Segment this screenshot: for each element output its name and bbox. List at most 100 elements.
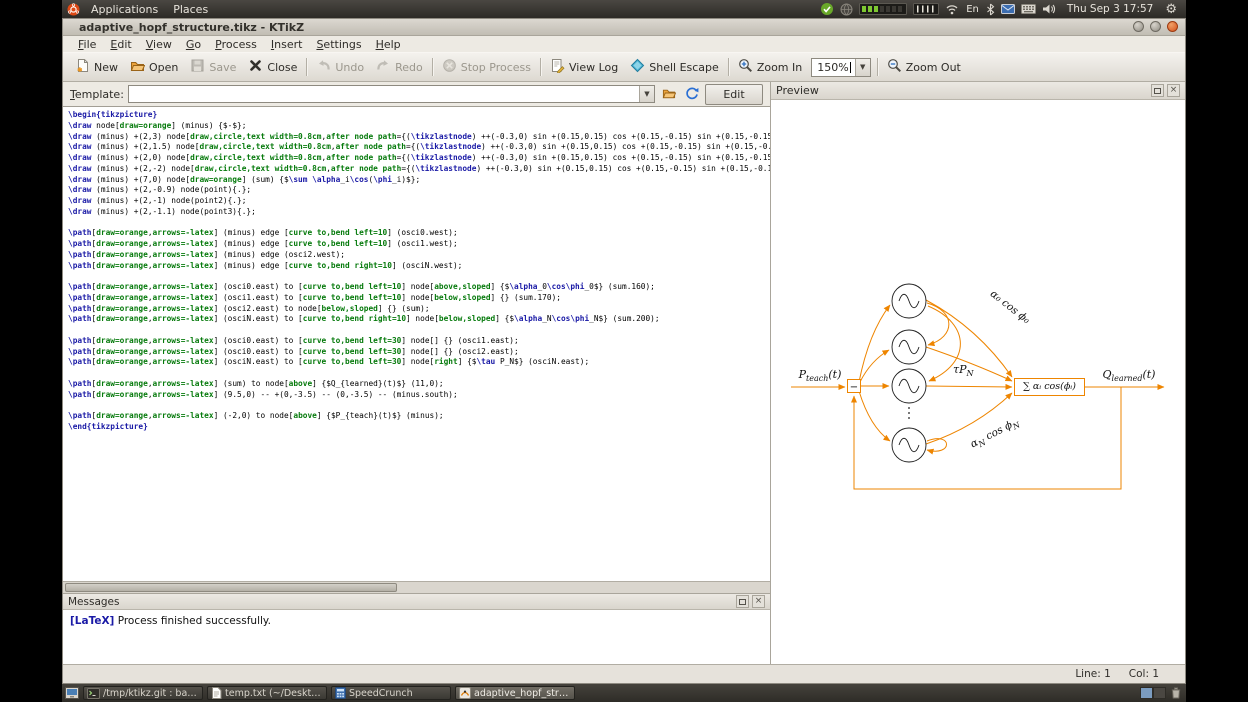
menu-help[interactable]: Help: [369, 38, 408, 51]
left-pane: Template: ▼ Edit \begin{tikzpicture}\dra…: [63, 82, 771, 664]
wifi-icon[interactable]: [945, 0, 959, 18]
minus-to-osci0-arrow: [859, 305, 890, 382]
meter-right-icon[interactable]: [913, 0, 939, 18]
taskbar-item[interactable]: adaptive_hopf_struc...: [455, 686, 575, 700]
code-line: \path[draw=orange,arrows=-latex] (osciN.…: [68, 357, 770, 368]
taskbar-item[interactable]: SpeedCrunch: [331, 686, 451, 700]
preview-detach-icon[interactable]: [1151, 84, 1164, 97]
view-log-icon: [550, 58, 565, 76]
status-line: Line: 1: [1075, 668, 1110, 680]
bluetooth-icon[interactable]: [986, 0, 995, 18]
menu-insert[interactable]: Insert: [264, 38, 310, 51]
gear-icon[interactable]: ⚙: [1165, 2, 1177, 17]
keyboard-icon[interactable]: [1021, 0, 1036, 18]
zoom-in-label: Zoom In: [757, 61, 802, 74]
code-line: \draw (minus) +(2,3) node[draw,circle,te…: [68, 132, 770, 143]
clock[interactable]: Thu Sep 3 17:57: [1067, 3, 1153, 15]
globe-icon[interactable]: [840, 0, 853, 18]
panel-menu-applications[interactable]: Applications: [84, 2, 165, 17]
template-open-button[interactable]: [659, 85, 678, 104]
code-line: \draw (minus) +(2,-0.9) node(point){.};: [68, 185, 770, 196]
terminal-icon: [87, 688, 100, 699]
preview-title: Preview: [776, 84, 1148, 97]
tau-pn-label: τPN: [953, 363, 993, 378]
zoom-combo-arrow-icon[interactable]: ▼: [855, 59, 870, 76]
menu-go[interactable]: Go: [179, 38, 208, 51]
maximize-button[interactable]: [1150, 21, 1161, 32]
redo-icon: [376, 58, 391, 76]
template-reload-button[interactable]: [682, 85, 701, 104]
close-window-button[interactable]: [1167, 21, 1178, 32]
open-label: Open: [149, 61, 178, 74]
new-button[interactable]: New: [69, 55, 124, 79]
code-editor[interactable]: \begin{tikzpicture}\draw node[draw=orang…: [63, 106, 770, 581]
shell-escape-icon: [630, 58, 645, 76]
editor-horizontal-scrollbar[interactable]: [63, 581, 770, 593]
template-row: Template: ▼ Edit: [63, 82, 770, 106]
template-combo[interactable]: ▼: [128, 85, 655, 103]
panel-menus: ApplicationsPlaces: [84, 2, 215, 17]
code-line: \begin{tikzpicture}: [68, 110, 770, 121]
meter-left-icon[interactable]: [859, 0, 907, 18]
code-line: \path[draw=orange,arrows=-latex] (osci0.…: [68, 347, 770, 358]
save-icon: [190, 58, 205, 76]
menu-edit[interactable]: Edit: [103, 38, 138, 51]
minus-to-osci1-arrow: [859, 350, 889, 384]
vertical-dots: [908, 407, 910, 419]
view-log-button[interactable]: View Log: [544, 55, 624, 79]
show-desktop-button[interactable]: [65, 687, 79, 699]
text-caret: [850, 62, 851, 73]
preview-close-icon[interactable]: ×: [1167, 84, 1180, 97]
redo-label: Redo: [395, 61, 423, 74]
menu-view[interactable]: View: [139, 38, 179, 51]
titlebar[interactable]: adaptive_hopf_structure.tikz - KTikZ: [63, 19, 1185, 36]
menu-settings[interactable]: Settings: [309, 38, 368, 51]
shell-escape-button[interactable]: Shell Escape: [624, 55, 725, 79]
messages-header: Messages ×: [63, 593, 770, 610]
ktikz-icon: [459, 687, 471, 699]
menu-process[interactable]: Process: [208, 38, 264, 51]
toolbar-separator: [306, 58, 307, 76]
close-button[interactable]: Close: [242, 55, 303, 79]
window-controls: [1133, 21, 1178, 32]
messages-detach-icon[interactable]: [736, 595, 749, 608]
zoom-out-button[interactable]: Zoom Out: [881, 55, 967, 79]
code-line: \draw (minus) +(2,-2) node[draw,circle,t…: [68, 164, 770, 175]
toolbar: NewOpenSaveCloseUndoRedoStop ProcessView…: [63, 52, 1185, 82]
messages-close-icon[interactable]: ×: [752, 595, 765, 608]
open-button[interactable]: Open: [124, 55, 184, 79]
template-combo-arrow-icon[interactable]: ▼: [639, 86, 654, 102]
trash-icon[interactable]: [1171, 687, 1181, 699]
workspace-switcher[interactable]: [1140, 687, 1166, 699]
minimize-button[interactable]: [1133, 21, 1144, 32]
taskbar: /tmp/ktikz.git : bash ... temp.txt (~/Des…: [62, 684, 1186, 702]
mail-icon[interactable]: [1001, 0, 1015, 18]
ubuntu-logo-icon[interactable]: [67, 3, 80, 16]
p-teach-label: Pteach(t): [793, 368, 847, 383]
undo-label: Undo: [335, 61, 364, 74]
save-button: Save: [184, 55, 242, 79]
zoom-in-button[interactable]: Zoom In: [732, 55, 808, 79]
keyboard-layout-icon[interactable]: En: [966, 0, 979, 18]
code-line: \path[draw=orange,arrows=-latex] (sum) t…: [68, 379, 770, 390]
desktop: ApplicationsPlaces En Thu Sep 3 17:57 ⚙ …: [62, 0, 1186, 702]
sum-node-label: ∑ αᵢ cos(ϕᵢ): [1015, 381, 1084, 392]
taskbar-item-label: temp.txt (~/Desktop...: [225, 688, 323, 699]
scrollbar-thumb[interactable]: [65, 583, 397, 592]
top-panel: ApplicationsPlaces En Thu Sep 3 17:57 ⚙: [62, 0, 1186, 18]
messages-text: Process finished successfully.: [114, 615, 271, 627]
taskbar-item[interactable]: /tmp/ktikz.git : bash ...: [83, 686, 203, 700]
code-line: [68, 325, 770, 336]
zoom-level-combo[interactable]: 150%▼: [811, 58, 870, 77]
menu-file[interactable]: File: [71, 38, 103, 51]
template-edit-button[interactable]: Edit: [705, 84, 763, 105]
panel-menu-places[interactable]: Places: [166, 2, 215, 17]
shield-check-icon[interactable]: [820, 0, 834, 18]
volume-icon[interactable]: [1042, 0, 1056, 18]
taskbar-item-label: /tmp/ktikz.git : bash ...: [103, 688, 199, 699]
menu-bar: FileEditViewGoProcessInsertSettingsHelp: [63, 36, 1185, 52]
save-label: Save: [209, 61, 236, 74]
taskbar-item[interactable]: temp.txt (~/Desktop...: [207, 686, 327, 700]
code-line: \path[draw=orange,arrows=-latex] (osciN.…: [68, 314, 770, 325]
redo-button: Redo: [370, 55, 429, 79]
